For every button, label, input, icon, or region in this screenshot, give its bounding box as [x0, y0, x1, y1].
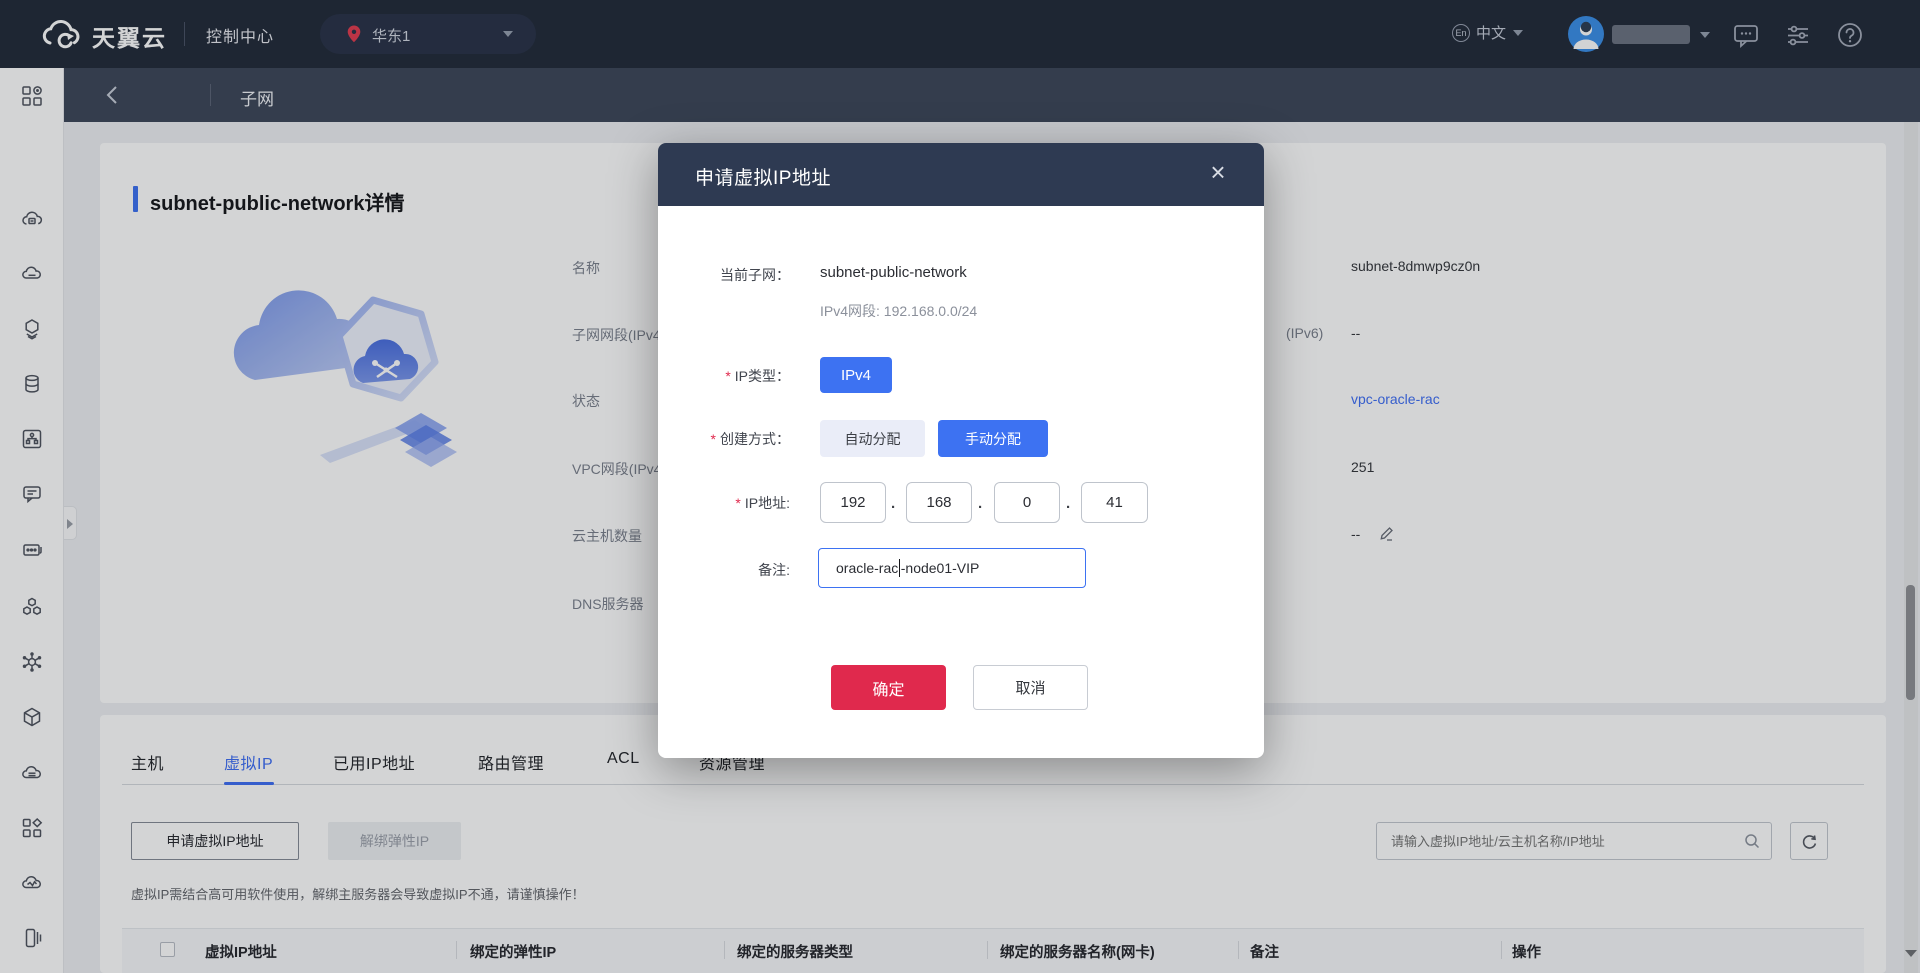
ip-octet-1-input[interactable]	[820, 482, 886, 523]
ip-address-label: *IP地址:	[658, 493, 790, 513]
create-mode-label: *创建方式：	[658, 429, 790, 449]
ip-dot-separator: .	[978, 495, 982, 512]
confirm-button[interactable]: 确定	[831, 665, 946, 710]
cancel-button[interactable]: 取消	[973, 665, 1088, 710]
mode-auto-button[interactable]: 自动分配	[820, 420, 925, 457]
ipv4-cidr-value: IPv4网段: 192.168.0.0/24	[820, 301, 977, 321]
remark-input[interactable]: oracle-rac-node01-VIP	[818, 548, 1086, 588]
current-subnet-label: 当前子网：	[658, 265, 790, 285]
apply-vip-modal: 申请虚拟IP地址 × 当前子网： subnet-public-network I…	[658, 143, 1264, 758]
mode-manual-button[interactable]: 手动分配	[938, 420, 1048, 457]
ip-octet-3-input[interactable]	[994, 482, 1060, 523]
required-asterisk: *	[711, 431, 716, 447]
modal-title: 申请虚拟IP地址	[695, 163, 831, 190]
ip-dot-separator: .	[1066, 495, 1070, 512]
ip-type-ipv4-button[interactable]: IPv4	[820, 357, 892, 393]
required-asterisk: *	[725, 368, 730, 384]
ip-type-label: *IP类型：	[658, 366, 790, 386]
ip-dot-separator: .	[891, 495, 895, 512]
required-asterisk: *	[735, 495, 740, 511]
remark-text-after-cursor: -node01-VIP	[901, 560, 980, 576]
ip-octet-2-input[interactable]	[906, 482, 972, 523]
remark-text-before-cursor: oracle-rac	[836, 560, 898, 576]
ip-octet-4-input[interactable]	[1081, 482, 1148, 523]
screen: 天翼云 控制中心 华东1 En中文	[0, 0, 1920, 973]
modal-header: 申请虚拟IP地址 ×	[658, 143, 1264, 206]
remark-label: 备注:	[658, 560, 790, 580]
close-icon[interactable]: ×	[1202, 157, 1234, 189]
current-subnet-value: subnet-public-network	[820, 264, 967, 281]
